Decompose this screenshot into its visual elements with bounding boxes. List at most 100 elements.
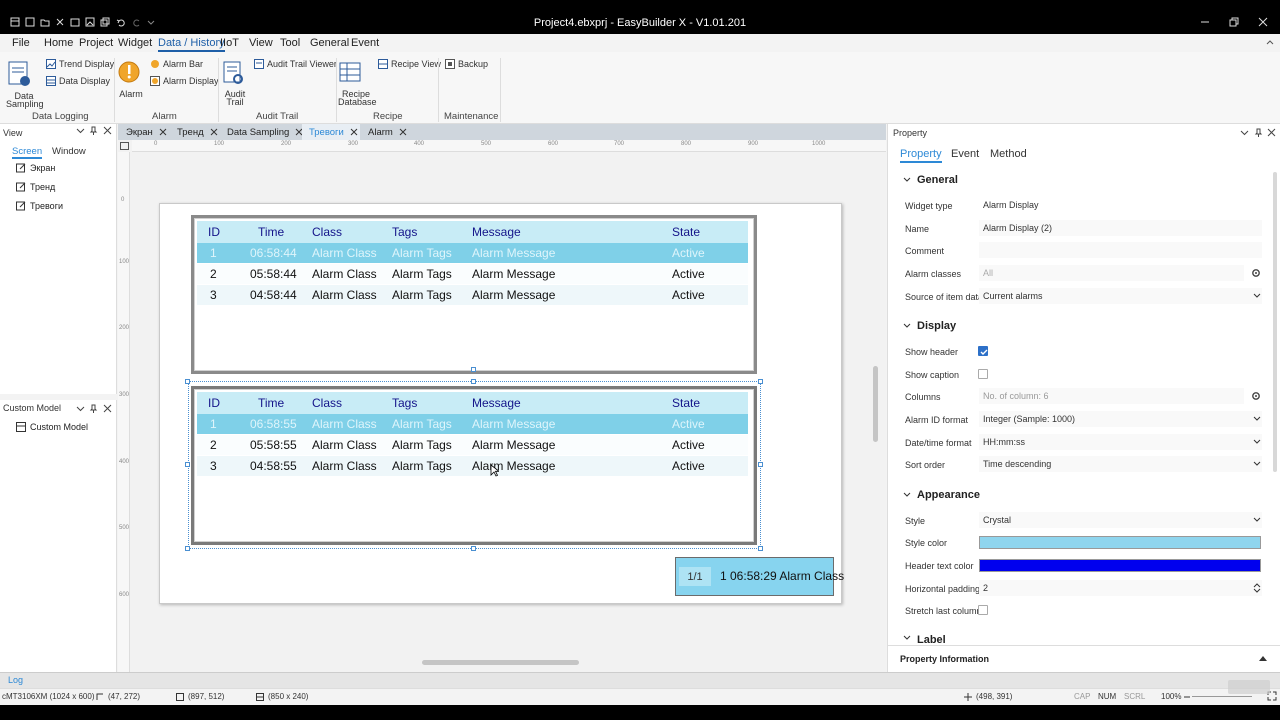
panel-close-icon[interactable]: [1267, 128, 1276, 137]
section-appearance[interactable]: Appearance: [903, 489, 980, 501]
resize-handle[interactable]: [185, 379, 190, 384]
collapse-ribbon-icon[interactable]: [1266, 38, 1274, 46]
resize-handle[interactable]: [758, 462, 763, 467]
name-field[interactable]: Alarm Display (2): [979, 220, 1262, 236]
tab-ekran[interactable]: Экран: [119, 124, 167, 140]
tree-item-screen-3[interactable]: Тревоги: [16, 201, 63, 211]
tab-window[interactable]: Window: [52, 146, 86, 157]
menu-general[interactable]: General: [310, 38, 349, 52]
collapse-up-icon[interactable]: [1259, 655, 1267, 661]
header-text-color-swatch[interactable]: [979, 559, 1261, 572]
source-select[interactable]: Current alarms: [979, 288, 1262, 304]
data-sampling-button[interactable]: Data Sampling: [6, 60, 44, 109]
chevron-down-icon[interactable]: [1253, 516, 1261, 524]
restore-icon[interactable]: [1227, 15, 1241, 29]
recipe-database-button[interactable]: Recipe Database: [338, 60, 377, 107]
resize-handle[interactable]: [471, 379, 476, 384]
recipe-view-button[interactable]: Recipe View: [378, 58, 441, 70]
minimize-icon[interactable]: [1198, 15, 1212, 29]
tab-trevogi[interactable]: Тревоги: [302, 124, 360, 140]
tab-screen[interactable]: Screen: [12, 146, 43, 159]
menu-data-history[interactable]: Data / History: [158, 38, 225, 52]
datetime-format-select[interactable]: HH:mm:ss: [979, 434, 1262, 450]
panel-pin-icon[interactable]: [89, 126, 98, 135]
table-row[interactable]: 1 06:58:44 Alarm Class Alarm Tags Alarm …: [197, 243, 748, 263]
table-row[interactable]: 3 04:58:55 Alarm Class Alarm Tags Alarm …: [197, 456, 748, 476]
table-row[interactable]: 2 05:58:55 Alarm Class Alarm Tags Alarm …: [197, 435, 748, 455]
alarm-display-2[interactable]: ID Time Class Tags Message State 1 06:58…: [191, 386, 757, 545]
section-label-partial[interactable]: Label: [903, 634, 946, 643]
vertical-scrollbar[interactable]: [873, 366, 878, 442]
panel-close-icon[interactable]: [103, 126, 112, 135]
resize-handle[interactable]: [471, 546, 476, 551]
chevron-down-icon[interactable]: [1253, 438, 1261, 446]
resize-handle[interactable]: [185, 546, 190, 551]
panel-pin-icon[interactable]: [89, 404, 98, 413]
menu-tool[interactable]: Tool: [280, 38, 300, 52]
zoom-out-icon[interactable]: [1183, 693, 1191, 701]
menu-iiot[interactable]: IIoT: [220, 38, 239, 52]
columns-field[interactable]: No. of column: 6: [979, 388, 1244, 404]
alarm-display-1[interactable]: ID Time Class Tags Message State 1 06:58…: [191, 215, 757, 374]
section-display[interactable]: Display: [903, 320, 956, 332]
tab-data-sampling[interactable]: Data Sampling: [220, 124, 303, 140]
table-row[interactable]: 1 06:58:55 Alarm Class Alarm Tags Alarm …: [197, 414, 748, 434]
section-general[interactable]: General: [903, 174, 958, 186]
tab-event[interactable]: Event: [951, 148, 979, 160]
menu-home[interactable]: Home: [44, 38, 73, 52]
sort-order-select[interactable]: Time descending: [979, 456, 1262, 472]
menu-view[interactable]: View: [249, 38, 273, 52]
close-window-icon[interactable]: [1256, 15, 1270, 29]
panel-close-icon[interactable]: [103, 404, 112, 413]
comment-field[interactable]: [979, 242, 1262, 258]
video-controls[interactable]: [1228, 680, 1270, 694]
tab-property[interactable]: Property: [900, 148, 942, 163]
backup-button[interactable]: Backup: [445, 58, 488, 70]
zoom-slider[interactable]: [1192, 696, 1252, 697]
audit-trail-button[interactable]: Audit Trail: [221, 60, 249, 107]
panel-pin-icon[interactable]: [1254, 128, 1263, 137]
style-select[interactable]: Crystal: [979, 512, 1262, 528]
stepper-arrows-icon[interactable]: [1253, 583, 1261, 593]
horizontal-scrollbar[interactable]: [422, 660, 579, 665]
show-caption-checkbox[interactable]: [978, 369, 988, 379]
stretch-last-column-checkbox[interactable]: [978, 605, 988, 615]
table-row[interactable]: 2 05:58:44 Alarm Class Alarm Tags Alarm …: [197, 264, 748, 284]
table-row[interactable]: 3 04:58:44 Alarm Class Alarm Tags Alarm …: [197, 285, 748, 305]
property-scrollbar[interactable]: [1273, 172, 1277, 472]
menu-widget[interactable]: Widget: [118, 38, 152, 52]
show-header-checkbox[interactable]: [978, 346, 988, 356]
horizontal-padding-stepper[interactable]: 2: [979, 580, 1262, 596]
menu-file[interactable]: File: [12, 38, 30, 52]
trend-display-button[interactable]: Trend Display: [46, 58, 114, 70]
audit-trail-viewer-button[interactable]: Audit Trail Viewer: [254, 58, 337, 70]
chevron-down-icon[interactable]: [1253, 292, 1261, 300]
menu-event[interactable]: Event: [351, 38, 379, 52]
menu-project[interactable]: Project: [79, 38, 113, 52]
resize-handle[interactable]: [471, 367, 476, 372]
gear-icon[interactable]: [1251, 391, 1261, 401]
alarm-bar-widget[interactable]: 1/1 1 06:58:29 Alarm Class: [675, 557, 844, 596]
log-tab[interactable]: Log: [8, 675, 23, 685]
alarm-id-format-select[interactable]: Integer (Sample: 1000): [979, 411, 1262, 427]
alarm-display-button[interactable]: Alarm Display: [150, 75, 219, 87]
chevron-down-icon[interactable]: [1253, 460, 1261, 468]
panel-dropdown-icon[interactable]: [1240, 128, 1249, 137]
alarm-bar-button[interactable]: Alarm Bar: [150, 58, 203, 70]
alarm-classes-field[interactable]: All: [979, 265, 1244, 281]
panel-dropdown-icon[interactable]: [76, 404, 85, 413]
panel-dropdown-icon[interactable]: [76, 126, 85, 135]
tab-method[interactable]: Method: [990, 148, 1027, 160]
tab-trend[interactable]: Тренд: [170, 124, 218, 140]
data-display-button[interactable]: Data Display: [46, 75, 110, 87]
tree-item-custom-model[interactable]: Custom Model: [16, 422, 88, 432]
style-color-swatch[interactable]: [979, 536, 1261, 549]
chevron-down-icon[interactable]: [1253, 415, 1261, 423]
tab-alarm[interactable]: Alarm: [361, 124, 407, 140]
resize-handle[interactable]: [758, 379, 763, 384]
alarm-button[interactable]: Alarm: [117, 60, 145, 99]
resize-handle[interactable]: [185, 462, 190, 467]
resize-handle[interactable]: [758, 546, 763, 551]
tree-item-screen-1[interactable]: Экран: [16, 163, 55, 173]
tree-item-screen-2[interactable]: Тренд: [16, 182, 55, 192]
